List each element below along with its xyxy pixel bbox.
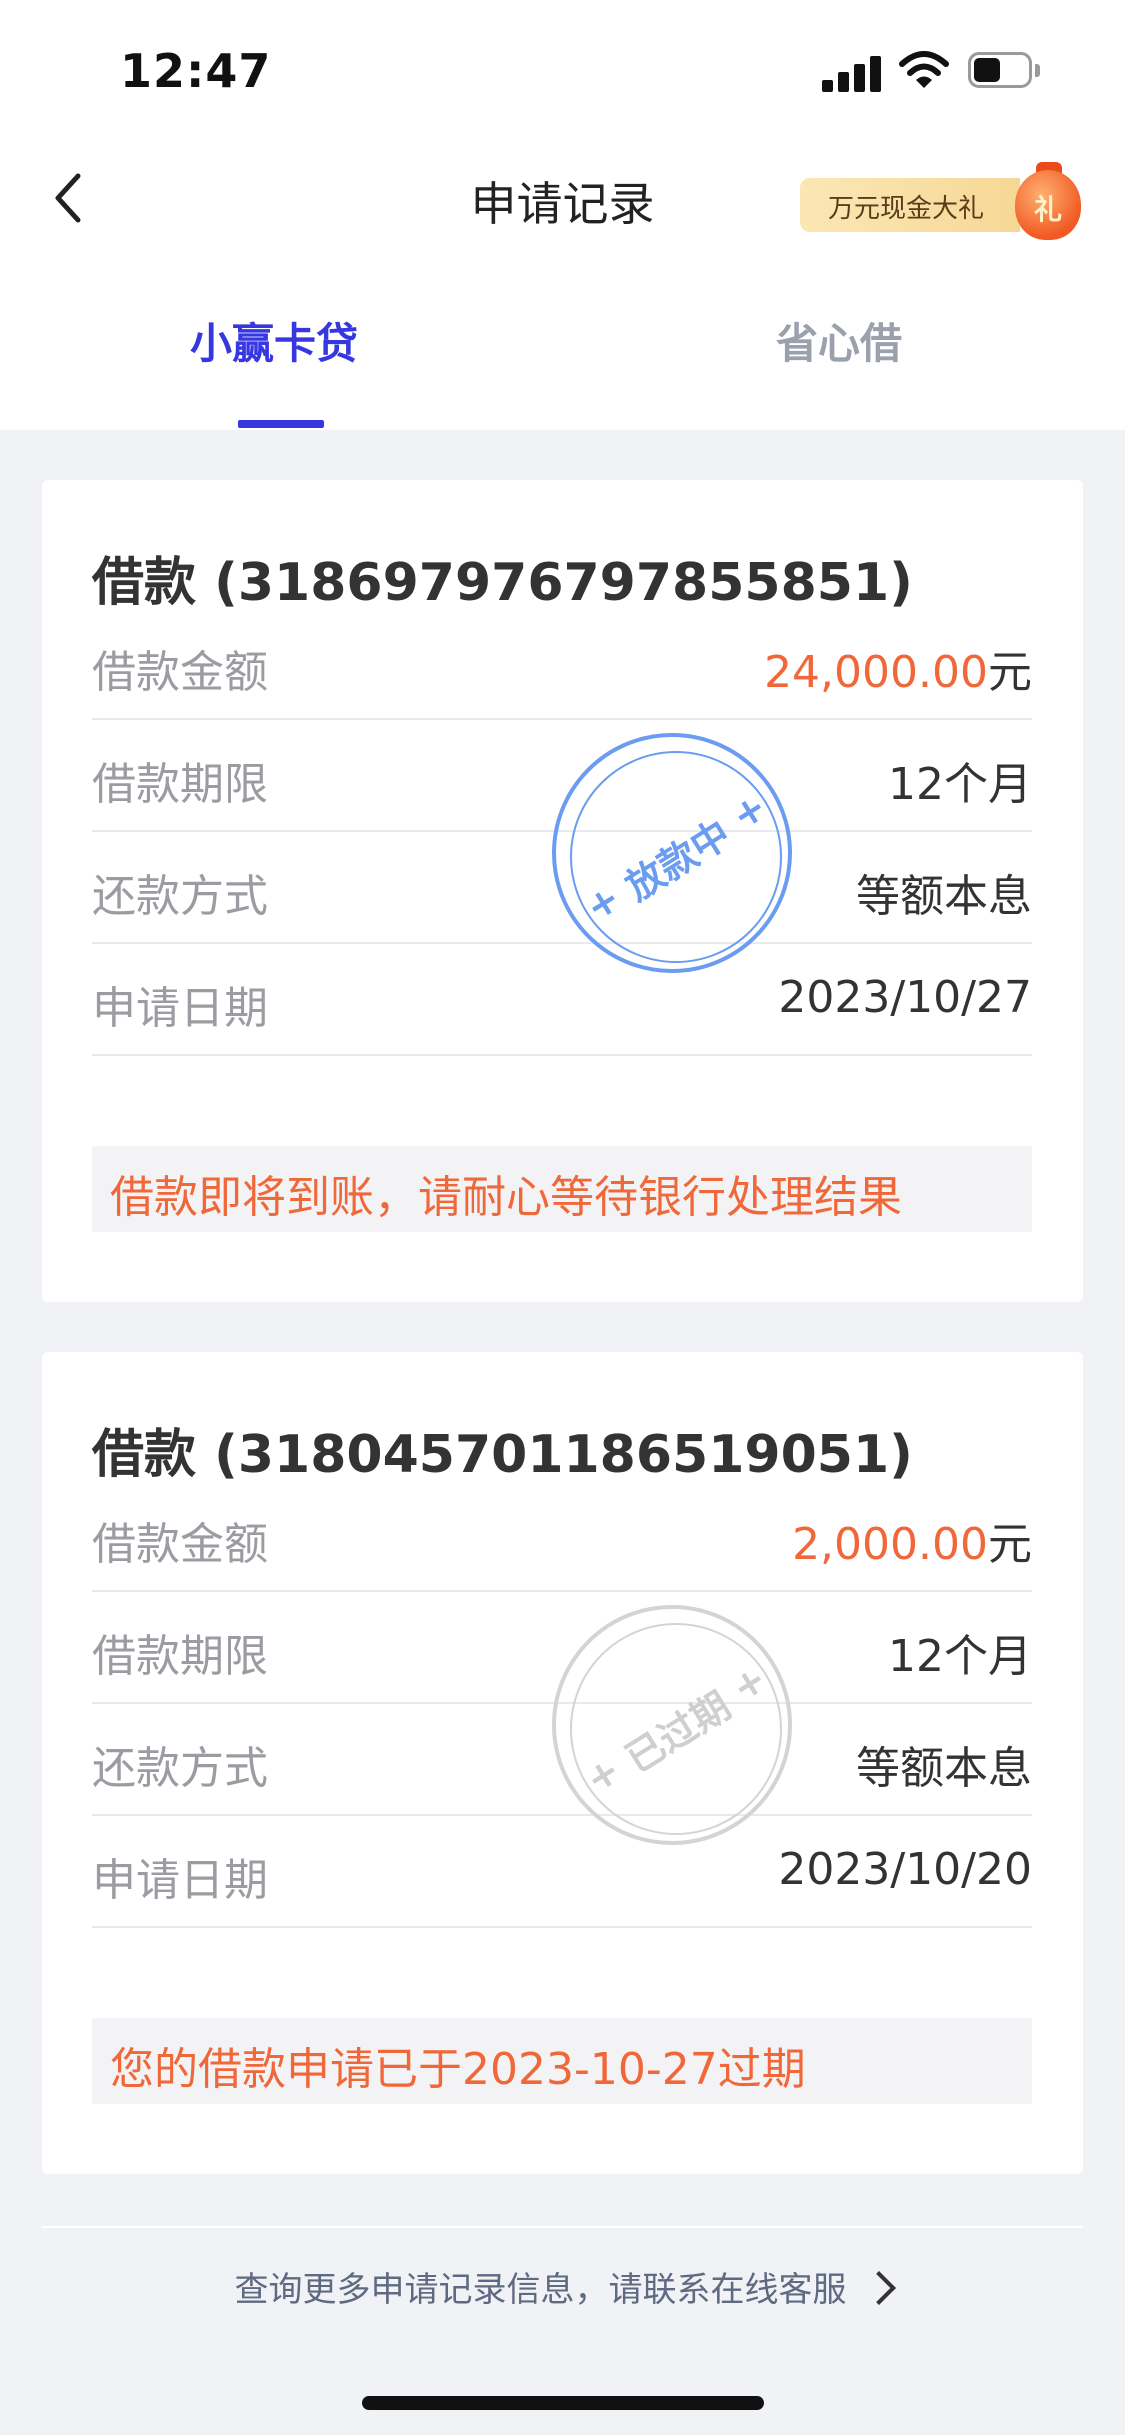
row-value: 12个月: [888, 1631, 1032, 1682]
row-value: 等额本息: [856, 871, 1032, 922]
row-amount: 借款金额 24,000.00元: [92, 608, 1032, 720]
chevron-right-icon: [861, 2270, 896, 2305]
gift-bag-icon: 礼: [1015, 170, 1081, 240]
status-time: 12:47: [120, 44, 272, 98]
loan-card: 借款 (318697976797855851) 借款金额 24,000.00元 …: [42, 480, 1083, 1302]
loan-card: 借款 (318045701186519051) 借款金额 2,000.00元 借…: [42, 1352, 1083, 2174]
loan-amount: 2,000.00: [792, 1519, 988, 1570]
row-value: 2,000.00元: [792, 1508, 1032, 1572]
row-label: 申请日期: [92, 1855, 268, 1906]
status-notice: 借款即将到账，请耐心等待银行处理结果: [92, 1146, 1032, 1232]
row-label: 申请日期: [92, 983, 268, 1034]
gift-badge-text: 礼: [1033, 193, 1062, 226]
row-value: 24,000.00元: [764, 636, 1032, 700]
disbursing-stamp: + 放款中 +: [552, 733, 792, 973]
row-date: 申请日期 2023/10/27: [92, 944, 1032, 1056]
row-value: 12个月: [888, 759, 1032, 810]
loan-title: 借款 (318045701186519051): [92, 1425, 913, 1485]
promo-banner[interactable]: 万元现金大礼 礼: [800, 162, 1100, 242]
wifi-icon: [898, 48, 950, 92]
row-value: 2023/10/20: [778, 1844, 1032, 1895]
loan-title: 借款 (318697976797855851): [92, 553, 913, 613]
contact-support-link[interactable]: 查询更多申请记录信息，请联系在线客服: [0, 2262, 1125, 2311]
footer-divider: [42, 2226, 1083, 2228]
row-label: 还款方式: [92, 871, 268, 922]
row-label: 还款方式: [92, 1743, 268, 1794]
expired-stamp: + 已过期 +: [552, 1605, 792, 1845]
row-date: 申请日期 2023/10/20: [92, 1816, 1032, 1928]
footer-text: 查询更多申请记录信息，请联系在线客服: [234, 2270, 847, 2310]
tab-xiaoying-card-loan[interactable]: 小赢卡贷: [190, 310, 358, 371]
battery-icon: [968, 52, 1044, 92]
promo-text: 万元现金大礼: [828, 194, 985, 224]
row-value: 2023/10/27: [778, 972, 1032, 1023]
active-tab-indicator: [238, 420, 324, 428]
row-label: 借款金额: [92, 647, 268, 698]
row-label: 借款期限: [92, 759, 268, 810]
home-indicator[interactable]: [362, 2396, 764, 2410]
status-notice: 您的借款申请已于2023-10-27过期: [92, 2018, 1032, 2104]
row-label: 借款金额: [92, 1519, 268, 1570]
notice-text: 借款即将到账，请耐心等待银行处理结果: [110, 1172, 902, 1223]
cellular-signal-icon: [822, 52, 882, 92]
loan-amount: 24,000.00: [764, 647, 988, 698]
tab-shengxin-loan[interactable]: 省心借: [776, 310, 902, 371]
row-label: 借款期限: [92, 1631, 268, 1682]
currency-unit: 元: [988, 1519, 1032, 1570]
currency-unit: 元: [988, 647, 1032, 698]
row-value: 等额本息: [856, 1743, 1032, 1794]
row-amount: 借款金额 2,000.00元: [92, 1480, 1032, 1592]
notice-text: 您的借款申请已于2023-10-27过期: [110, 2044, 806, 2095]
